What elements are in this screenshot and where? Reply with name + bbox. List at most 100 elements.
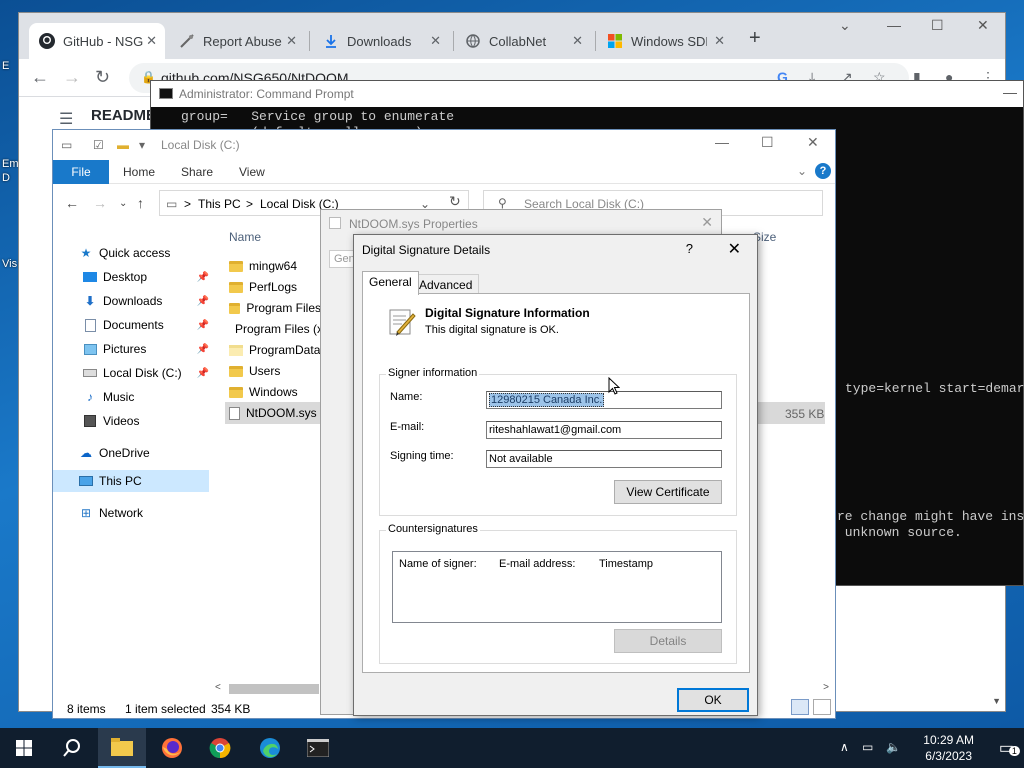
desktop-icon-label[interactable]: E <box>2 60 9 72</box>
close-icon[interactable]: ✕ <box>430 33 441 49</box>
terminal-icon[interactable] <box>294 728 342 768</box>
breadcrumb-this-pc[interactable]: This PC <box>198 197 241 211</box>
search-icon[interactable] <box>48 728 96 768</box>
back-icon[interactable]: ← <box>65 195 79 211</box>
signer-email-field[interactable]: riteshahlawat1@gmail.com <box>486 421 722 439</box>
browser-tab[interactable]: Windows SDK ✕ <box>597 23 733 59</box>
close-button[interactable]: ✕ <box>728 239 741 259</box>
file-row[interactable]: NtDOOM.sys <box>229 403 329 423</box>
close-window-icon[interactable]: ✕ <box>977 17 989 34</box>
ribbon-tab-home[interactable]: Home <box>123 165 155 179</box>
up-icon[interactable]: ↑ <box>137 195 144 211</box>
back-icon[interactable]: ← <box>31 67 49 88</box>
signer-name-field[interactable]: 12980215 Canada Inc. <box>486 391 722 409</box>
system-clock[interactable]: 10:29 AM 6/3/2023 <box>923 732 974 764</box>
browser-tab[interactable]: Report Abuse ✕ <box>169 23 305 59</box>
tab-advanced[interactable]: Advanced <box>412 274 480 293</box>
countersignatures-list[interactable]: Name of signer: E-mail address: Timestam… <box>392 551 722 623</box>
details-button[interactable]: Details <box>614 629 722 653</box>
column-header[interactable]: Name of signer: <box>399 558 477 570</box>
pin-icon[interactable]: 📌 <box>197 296 209 307</box>
forward-icon[interactable]: → <box>93 195 107 211</box>
tab-general[interactable]: General <box>362 271 419 295</box>
desktop-icon-label[interactable]: Vis <box>2 258 17 270</box>
column-header[interactable]: E-mail address: <box>499 558 575 570</box>
list-icon[interactable]: ☰ <box>59 109 73 129</box>
close-icon[interactable]: ✕ <box>572 33 583 49</box>
sidebar-item-onedrive[interactable]: ☁ OneDrive <box>77 442 209 464</box>
ribbon-tab-file[interactable]: File <box>53 160 109 184</box>
close-icon[interactable]: ✕ <box>701 214 713 231</box>
minimize-icon[interactable]: — <box>715 134 729 150</box>
column-header[interactable]: Timestamp <box>599 558 653 570</box>
file-row[interactable]: Users <box>229 361 329 381</box>
sidebar-item-network[interactable]: ⊞ Network <box>77 502 209 524</box>
chevron-down-icon[interactable]: ⌄ <box>839 17 851 34</box>
sidebar-item-documents[interactable]: Documents 📌 <box>81 314 213 336</box>
ribbon-tab-view[interactable]: View <box>239 165 265 179</box>
checkbox-icon[interactable]: ☑ <box>93 138 104 152</box>
ribbon-tab-share[interactable]: Share <box>181 165 213 179</box>
help-button[interactable]: ? <box>815 163 831 179</box>
edge-icon[interactable] <box>246 728 294 768</box>
sidebar-item-quick-access[interactable]: ★ Quick access <box>77 242 209 264</box>
folder-icon[interactable]: ▬ <box>117 138 129 152</box>
scroll-left-icon[interactable]: < <box>215 682 221 693</box>
browser-tab[interactable]: CollabNet ✕ <box>455 23 591 59</box>
file-row[interactable]: Windows <box>229 382 329 402</box>
start-icon[interactable] <box>0 728 48 768</box>
notification-icon[interactable]: ▭ 1 <box>999 738 1020 758</box>
refresh-icon[interactable]: ↻ <box>449 193 461 210</box>
file-row[interactable]: Program Files (x86) <box>229 319 321 339</box>
desktop-icon-label[interactable]: Em <box>2 158 19 170</box>
sidebar-item-desktop[interactable]: Desktop 📌 <box>81 266 213 288</box>
pin-icon[interactable]: 📌 <box>197 368 209 379</box>
volume-muted-icon[interactable]: 🔈 <box>886 740 901 754</box>
sidebar-item-local-disk[interactable]: Local Disk (C:) 📌 <box>81 362 213 384</box>
signing-time-field[interactable]: Not available <box>486 450 722 468</box>
forward-icon[interactable]: → <box>63 67 81 88</box>
reload-icon[interactable]: ↻ <box>95 67 110 88</box>
browser-tab[interactable]: Downloads ✕ <box>313 23 449 59</box>
firefox-icon[interactable] <box>148 728 196 768</box>
minimize-icon[interactable]: — <box>887 17 901 33</box>
browser-tab[interactable]: GitHub - NSG650/NtDOOM ✕ <box>29 23 165 59</box>
close-icon[interactable]: ✕ <box>286 33 297 49</box>
chevron-down-icon[interactable]: ⌄ <box>797 164 807 178</box>
scroll-down-icon[interactable]: ▼ <box>992 696 1001 706</box>
new-tab-button[interactable]: + <box>749 27 761 50</box>
network-status-icon[interactable]: ▭ <box>862 740 873 754</box>
sidebar-item-downloads[interactable]: ⬇ Downloads 📌 <box>81 290 213 312</box>
close-icon[interactable]: ✕ <box>714 33 725 49</box>
maximize-icon[interactable]: ☐ <box>931 17 944 34</box>
maximize-icon[interactable]: ☐ <box>761 134 774 151</box>
ok-button[interactable]: OK <box>677 688 749 712</box>
file-row[interactable]: mingw64 <box>229 256 329 276</box>
file-row[interactable]: PerfLogs <box>229 277 329 297</box>
pin-icon[interactable]: 📌 <box>197 344 209 355</box>
close-icon[interactable]: ✕ <box>146 33 157 49</box>
sidebar-item-music[interactable]: ♪ Music <box>81 386 213 408</box>
large-icons-view-icon[interactable] <box>813 699 831 715</box>
pin-icon[interactable]: 📌 <box>197 320 209 331</box>
sidebar-item-pictures[interactable]: Pictures 📌 <box>81 338 213 360</box>
view-certificate-button[interactable]: View Certificate <box>614 480 722 504</box>
pin-icon[interactable]: 📌 <box>197 272 209 283</box>
file-explorer-icon[interactable] <box>98 728 146 768</box>
file-row[interactable]: Program Files <box>229 298 321 318</box>
chevron-down-icon[interactable]: ▾ <box>139 138 145 152</box>
details-view-icon[interactable] <box>791 699 809 715</box>
scroll-right-icon[interactable]: > <box>823 682 829 693</box>
help-button[interactable]: ? <box>686 241 693 256</box>
chevron-down-icon[interactable]: ⌄ <box>119 198 127 209</box>
scroll-thumb[interactable] <box>229 684 319 694</box>
sidebar-item-videos[interactable]: Videos <box>81 410 213 432</box>
chrome-icon[interactable] <box>196 728 244 768</box>
close-window-icon[interactable]: ✕ <box>807 134 819 151</box>
chevron-up-icon[interactable]: ∧ <box>840 740 849 754</box>
sidebar-item-this-pc[interactable]: This PC <box>53 470 209 492</box>
minimize-icon[interactable]: — <box>1003 84 1017 100</box>
file-row[interactable]: ProgramData <box>229 340 321 360</box>
column-header-name[interactable]: Name <box>229 230 261 244</box>
desktop-icon-label[interactable]: D <box>2 172 10 184</box>
